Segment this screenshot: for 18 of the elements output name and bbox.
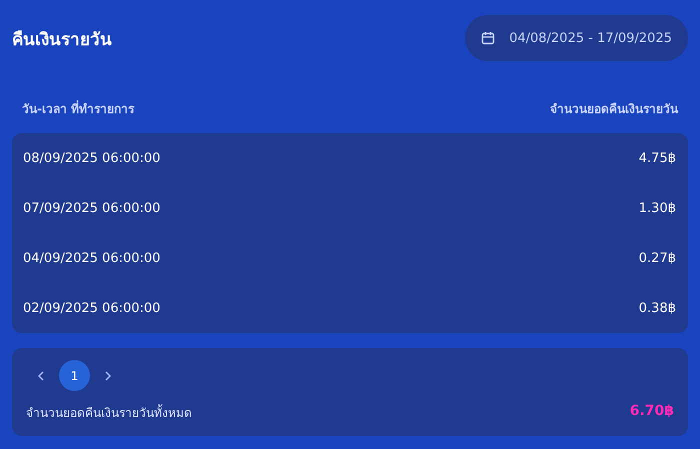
table-cell: 07/09/2025 06:00:00	[23, 200, 160, 216]
column-header: วัน-เวลา ที่ทำรายการ	[22, 101, 134, 117]
table-cell: 04/09/2025 06:00:00	[23, 250, 160, 266]
total-label: จำนวนยอดคืนเงินรายวันทั้งหมด	[26, 403, 192, 422]
page-title: คืนเงินรายวัน	[12, 28, 112, 52]
page-button[interactable]: 1	[59, 360, 90, 391]
table-cell: 0.27฿	[638, 250, 676, 266]
chevron-right-icon[interactable]	[104, 370, 112, 380]
table-cell: 1.30฿	[638, 200, 676, 216]
table-cell: 08/09/2025 06:00:00	[23, 150, 160, 166]
total-value: 6.70฿	[630, 403, 674, 421]
table-cell: 02/09/2025 06:00:00	[23, 300, 160, 316]
table-cell: 0.38฿	[638, 300, 676, 316]
date-range-picker[interactable]: 04/08/2025 - 17/09/2025	[465, 15, 688, 61]
calendar-icon	[481, 31, 496, 45]
column-header: จำนวนยอดคืนเงินรายวัน	[550, 101, 678, 117]
table-cell: 4.75฿	[638, 150, 676, 166]
chevron-left-icon[interactable]	[37, 370, 45, 380]
